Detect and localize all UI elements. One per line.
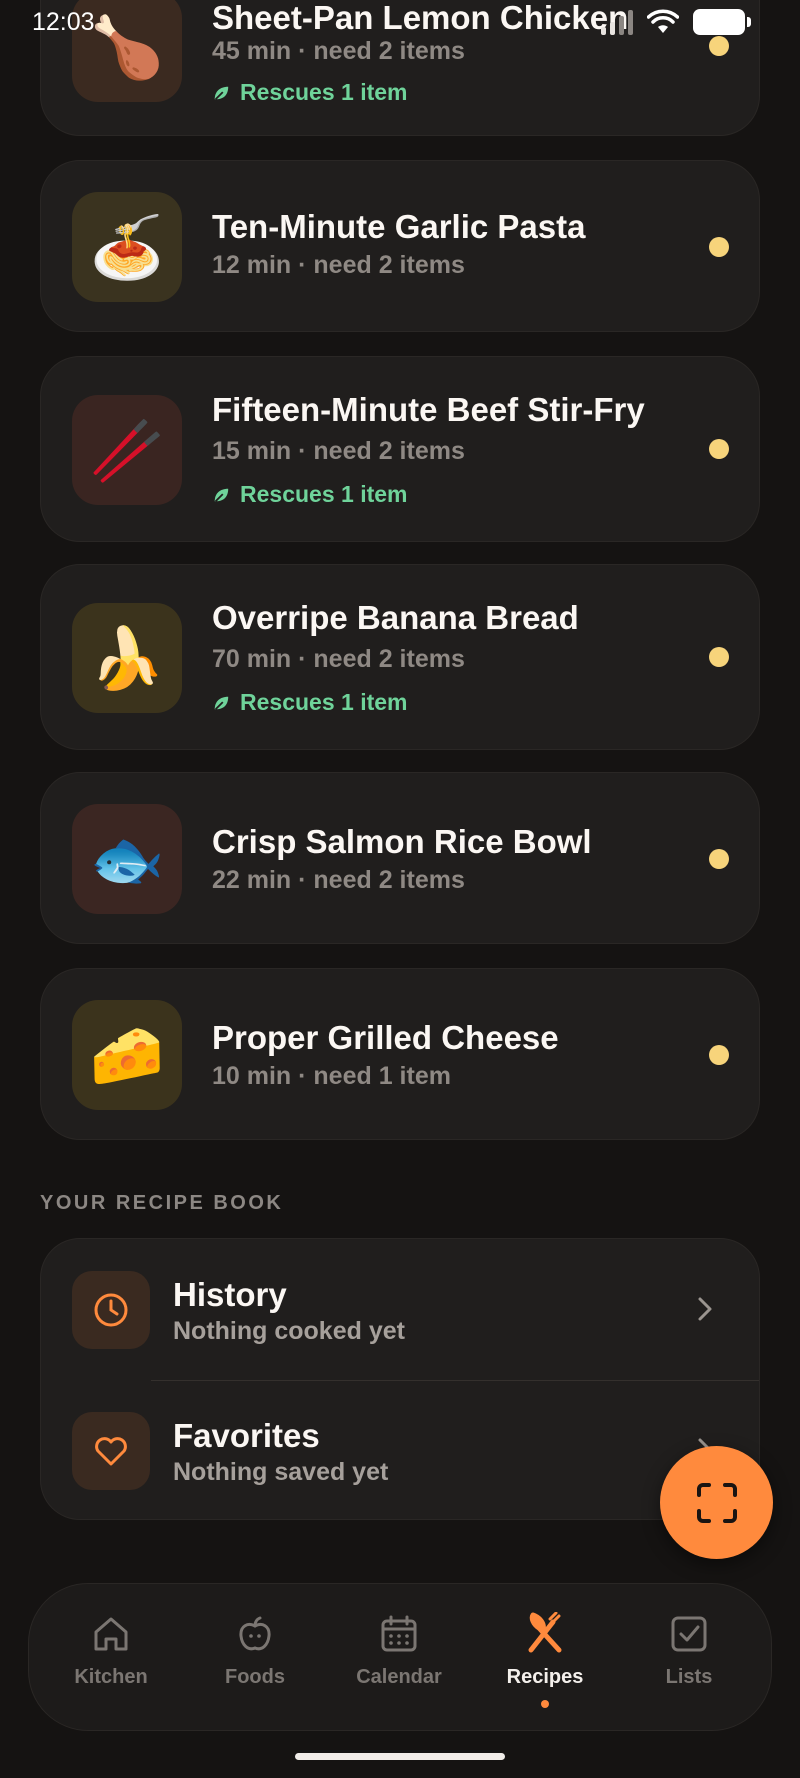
heart-icon xyxy=(72,1412,150,1490)
tab-foods[interactable]: Foods xyxy=(185,1584,325,1732)
recipe-meta: 12 min · need 2 items xyxy=(212,251,465,279)
status-dot xyxy=(709,1045,729,1065)
checkbox-icon xyxy=(671,1616,707,1652)
recipe-title: Proper Grilled Cheese xyxy=(212,1019,559,1056)
rescue-badge: Rescues 1 item xyxy=(212,481,407,508)
clock-icon xyxy=(72,1271,150,1349)
apple-icon xyxy=(239,1616,271,1651)
tab-label: Recipes xyxy=(506,1666,584,1688)
leaf-icon xyxy=(214,696,229,710)
status-dot xyxy=(709,237,729,257)
status-time: 12:03 xyxy=(32,8,95,36)
leaf-icon xyxy=(214,86,229,100)
rescue-label: Rescues 1 item xyxy=(240,481,408,507)
calendar-icon xyxy=(381,1615,417,1652)
wifi-icon xyxy=(647,9,679,33)
tab-calendar[interactable]: Calendar xyxy=(329,1584,469,1732)
status-bar: 12:03 xyxy=(0,0,800,48)
signal-icon xyxy=(601,9,633,35)
status-dot xyxy=(709,439,729,459)
chevron-right-icon xyxy=(698,1297,712,1321)
tab-label: Foods xyxy=(225,1666,285,1688)
recipe-thumbnail: 🐟 xyxy=(72,804,182,914)
recipe-card[interactable]: 🧀 Proper Grilled Cheese 10 min · need 1 … xyxy=(40,968,760,1140)
leaf-icon xyxy=(214,488,229,502)
history-subtitle: Nothing cooked yet xyxy=(173,1317,405,1345)
recipe-card[interactable]: 🍝 Ten-Minute Garlic Pasta 12 min · need … xyxy=(40,160,760,332)
recipe-meta: 10 min · need 1 item xyxy=(212,1062,451,1090)
history-row[interactable]: History Nothing cooked yet xyxy=(41,1239,759,1379)
recipe-book-card: History Nothing cooked yet Favorites Not… xyxy=(40,1238,760,1520)
fork-knife-icon xyxy=(528,1612,562,1653)
recipe-title: Ten-Minute Garlic Pasta xyxy=(212,208,586,245)
recipe-meta: 70 min · need 2 items xyxy=(212,645,465,673)
tab-label: Lists xyxy=(665,1666,713,1688)
recipe-meta: 15 min · need 2 items xyxy=(212,437,465,465)
tab-kitchen[interactable]: Kitchen xyxy=(41,1584,181,1732)
scan-icon xyxy=(696,1482,737,1523)
recipe-card[interactable]: 🥢 Fifteen-Minute Beef Stir-Fry 15 min · … xyxy=(40,356,760,542)
rescue-label: Rescues 1 item xyxy=(240,79,408,105)
house-icon xyxy=(94,1617,128,1651)
banana-icon: 🍌 xyxy=(89,624,165,692)
tab-label: Calendar xyxy=(356,1666,442,1688)
rescue-badge: Rescues 1 item xyxy=(212,79,407,106)
tab-recipes[interactable]: Recipes xyxy=(475,1584,615,1732)
section-label-recipe-book: YOUR RECIPE BOOK xyxy=(40,1192,284,1214)
recipe-thumbnail: 🍌 xyxy=(72,603,182,713)
status-icons xyxy=(601,9,751,35)
status-dot xyxy=(709,647,729,667)
spaghetti-icon: 🍝 xyxy=(89,213,165,281)
battery-icon xyxy=(693,9,751,35)
fish-icon: 🐟 xyxy=(89,825,165,893)
recipe-title: Overripe Banana Bread xyxy=(212,599,579,636)
rescue-label: Rescues 1 item xyxy=(240,689,408,715)
recipe-card[interactable]: 🐟 Crisp Salmon Rice Bowl 22 min · need 2… xyxy=(40,772,760,944)
recipe-thumbnail: 🍝 xyxy=(72,192,182,302)
favorites-subtitle: Nothing saved yet xyxy=(173,1458,389,1486)
rescue-badge: Rescues 1 item xyxy=(212,689,407,716)
tab-label: Kitchen xyxy=(74,1666,148,1688)
scan-button[interactable] xyxy=(660,1446,773,1559)
recipe-meta: 22 min · need 2 items xyxy=(212,866,465,894)
favorites-title: Favorites xyxy=(173,1417,320,1454)
recipe-title: Crisp Salmon Rice Bowl xyxy=(212,823,592,860)
recipe-card[interactable]: 🍌 Overripe Banana Bread 70 min · need 2 … xyxy=(40,564,760,750)
recipe-thumbnail: 🥢 xyxy=(72,395,182,505)
recipe-title: Fifteen-Minute Beef Stir-Fry xyxy=(212,391,645,428)
active-indicator xyxy=(541,1700,549,1708)
cheese-icon: 🧀 xyxy=(89,1021,165,1089)
history-title: History xyxy=(173,1276,287,1313)
bottom-tab-bar: Kitchen Foods Calendar Recipes Lists xyxy=(28,1583,772,1731)
favorites-row[interactable]: Favorites Nothing saved yet xyxy=(41,1380,759,1520)
recipe-thumbnail: 🧀 xyxy=(72,1000,182,1110)
home-indicator[interactable] xyxy=(295,1753,505,1760)
status-dot xyxy=(709,849,729,869)
tab-lists[interactable]: Lists xyxy=(619,1584,759,1732)
chopsticks-icon: 🥢 xyxy=(89,416,165,484)
